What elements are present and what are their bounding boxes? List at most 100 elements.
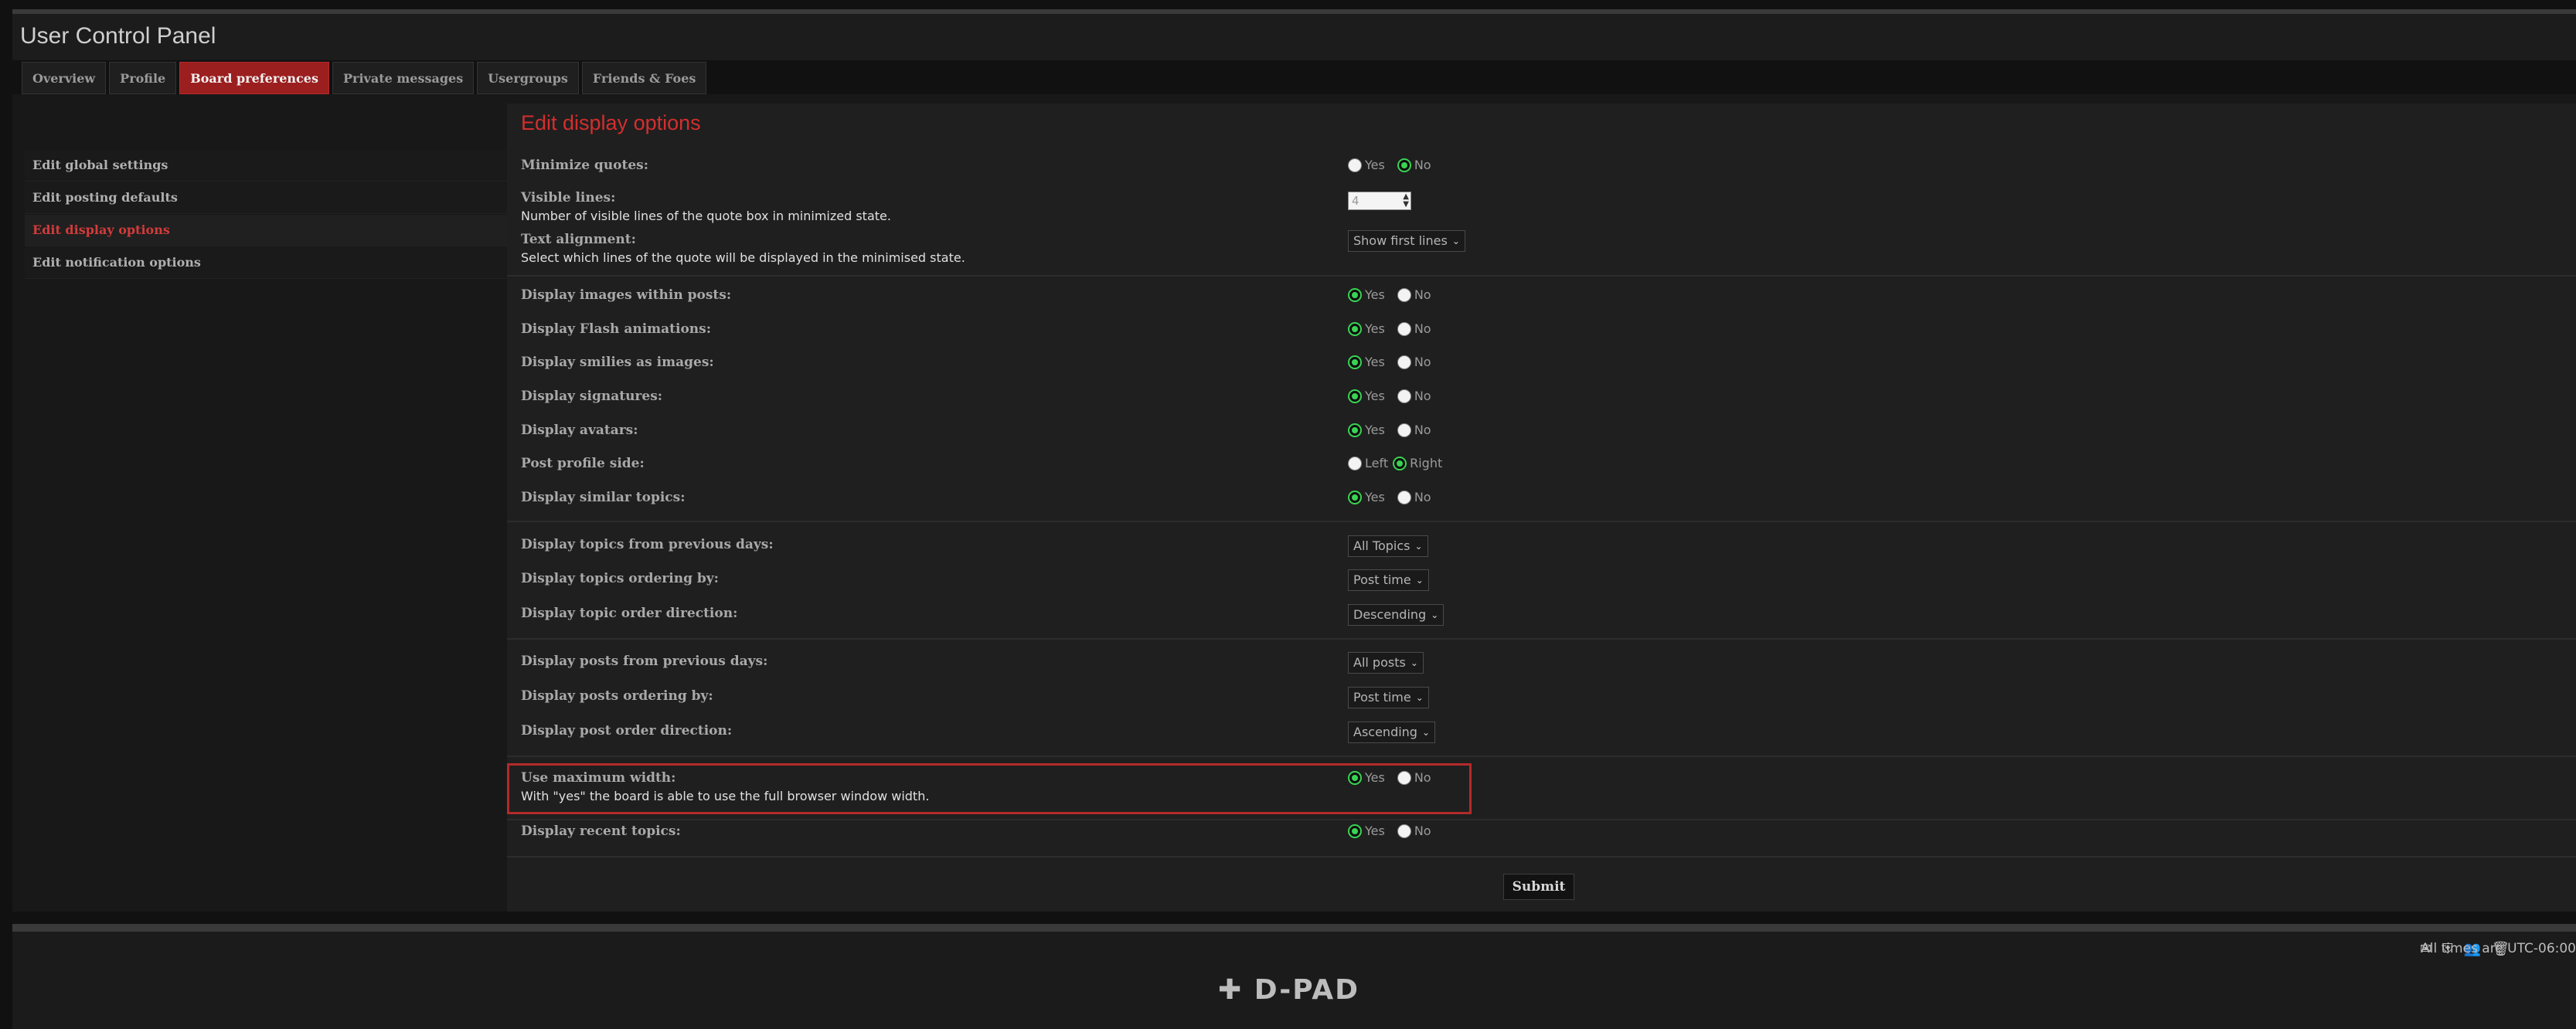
setting-text-alignment: Text alignment: Select which lines of th…	[521, 230, 2561, 265]
select-value: Descending	[1353, 607, 1427, 622]
minimize-quotes-no-radio[interactable]	[1397, 158, 1411, 172]
logo[interactable]: ✚ D-PAD	[1218, 974, 1359, 1006]
divider	[507, 275, 2576, 277]
option-label: No	[1414, 423, 1431, 437]
setting-post-profile-side: Post profile side: Left Right	[521, 456, 2561, 471]
select-value: Post time	[1353, 690, 1411, 705]
option-label: No	[1414, 355, 1431, 369]
dpad-logo-icon: ✚	[1218, 974, 1244, 1006]
setting-label: Display topics from previous days:	[521, 537, 774, 552]
spinner-icon[interactable]: ▲ ▼	[1403, 193, 1409, 209]
similar-topics-no-radio[interactable]	[1397, 490, 1411, 504]
setting-label: Display posts from previous days:	[521, 654, 768, 669]
setting-minimize-quotes: Minimize quotes: Yes No	[521, 158, 2561, 173]
display-images-yes-radio[interactable]	[1348, 287, 1362, 302]
recent-topics-no-radio[interactable]	[1397, 824, 1411, 838]
chevron-down-icon: ⌄	[1414, 541, 1423, 552]
option-label: No	[1414, 389, 1431, 403]
minimize-quotes-yes-radio[interactable]	[1348, 158, 1362, 172]
sidebar-item-display-options[interactable]: Edit display options	[25, 215, 519, 246]
divider	[507, 521, 2576, 522]
tab-bar: Overview Profile Board preferences Priva…	[22, 62, 707, 94]
max-width-no-radio[interactable]	[1397, 770, 1411, 785]
tab-private-messages[interactable]: Private messages	[332, 62, 475, 94]
visible-lines-input[interactable]: 4 ▲ ▼	[1348, 192, 1411, 210]
option-label: Yes	[1365, 423, 1385, 437]
select-value: Show first lines	[1353, 233, 1448, 248]
tab-overview[interactable]: Overview	[22, 62, 107, 94]
divider	[507, 819, 2576, 820]
setting-explain: Select which lines of the quote will be …	[521, 250, 965, 265]
sidebar-item-posting-defaults[interactable]: Edit posting defaults	[25, 182, 519, 214]
chevron-down-icon: ⌄	[1410, 657, 1418, 668]
logo-text: D-PAD	[1254, 974, 1360, 1006]
topic-direction-select[interactable]: Descending ⌄	[1348, 604, 1445, 626]
tab-board-preferences[interactable]: Board preferences	[179, 62, 329, 94]
header-bar: User Control Panel	[12, 9, 2576, 60]
setting-label: Display similar topics:	[521, 490, 686, 505]
display-flash-no-radio[interactable]	[1397, 321, 1411, 336]
profile-side-left-radio[interactable]	[1348, 456, 1362, 470]
chevron-down-icon: ⌄	[1415, 692, 1424, 703]
display-smilies-yes-radio[interactable]	[1348, 355, 1362, 369]
setting-posts-previous-days: Display posts from previous days: All po…	[521, 652, 2561, 674]
option-label: Yes	[1365, 287, 1385, 302]
display-avatars-yes-radio[interactable]	[1348, 423, 1362, 437]
setting-display-similar-topics: Display similar topics: Yes No	[521, 490, 2561, 505]
setting-label: Use maximum width:	[521, 770, 676, 786]
setting-topics-previous-days: Display topics from previous days: All T…	[521, 535, 2561, 557]
setting-display-signatures: Display signatures: Yes No	[521, 389, 2561, 404]
setting-topic-order-direction: Display topic order direction: Descendin…	[521, 604, 2561, 626]
setting-post-order-direction: Display post order direction: Ascending …	[521, 722, 2561, 743]
submit-button[interactable]: Submit	[1503, 874, 1574, 900]
footer-strip	[12, 924, 2576, 932]
sidebar-item-notification-options[interactable]: Edit notification options	[25, 247, 519, 279]
display-signatures-no-radio[interactable]	[1397, 389, 1411, 403]
option-label: Right	[1410, 456, 1443, 470]
setting-label: Display avatars:	[521, 423, 638, 438]
setting-display-smilies: Display smilies as images: Yes No	[521, 355, 2561, 370]
display-signatures-yes-radio[interactable]	[1348, 389, 1362, 403]
setting-recent-topics: Display recent topics: Yes No	[521, 824, 2561, 839]
setting-visible-lines: Visible lines: Number of visible lines o…	[521, 190, 2561, 223]
option-label: No	[1414, 770, 1431, 785]
section-title: Edit display options	[521, 111, 701, 134]
tab-profile[interactable]: Profile	[109, 62, 177, 94]
setting-label: Display post order direction:	[521, 723, 733, 739]
option-label: Yes	[1365, 490, 1385, 504]
setting-label: Minimize quotes:	[521, 158, 649, 173]
display-smilies-no-radio[interactable]	[1397, 355, 1411, 369]
display-images-no-radio[interactable]	[1397, 287, 1411, 302]
option-label: Yes	[1365, 158, 1385, 172]
max-width-yes-radio[interactable]	[1348, 770, 1362, 785]
setting-explain: With "yes" the board is able to use the …	[521, 789, 930, 803]
setting-label: Visible lines:	[521, 190, 616, 205]
page-title: User Control Panel	[20, 23, 216, 49]
posts-days-select[interactable]: All posts ⌄	[1348, 652, 1424, 674]
option-label: No	[1414, 287, 1431, 302]
setting-topics-ordering: Display topics ordering by: Post time ⌄	[521, 569, 2561, 591]
select-value: Ascending	[1353, 725, 1417, 739]
posts-ordering-select[interactable]: Post time ⌄	[1348, 687, 1429, 708]
display-flash-yes-radio[interactable]	[1348, 321, 1362, 336]
setting-maximum-width: Use maximum width: With "yes" the board …	[521, 770, 2561, 803]
sidebar-item-global-settings[interactable]: Edit global settings	[25, 150, 519, 182]
chevron-down-icon: ⌄	[1431, 610, 1439, 620]
tab-friends-foes[interactable]: Friends & Foes	[581, 62, 707, 94]
similar-topics-yes-radio[interactable]	[1348, 490, 1362, 504]
profile-side-right-radio[interactable]	[1393, 456, 1407, 470]
setting-posts-ordering: Display posts ordering by: Post time ⌄	[521, 687, 2561, 708]
option-label: Yes	[1365, 389, 1385, 403]
select-value: Post time	[1353, 572, 1411, 587]
option-label: No	[1414, 490, 1431, 504]
option-label: Yes	[1365, 355, 1385, 369]
topics-days-select[interactable]: All Topics ⌄	[1348, 535, 1428, 557]
text-alignment-select[interactable]: Show first lines ⌄	[1348, 230, 1465, 252]
topics-ordering-select[interactable]: Post time ⌄	[1348, 569, 1429, 591]
post-direction-select[interactable]: Ascending ⌄	[1348, 722, 1436, 743]
chevron-down-icon: ⌄	[1421, 727, 1431, 738]
option-label: Yes	[1365, 824, 1385, 838]
display-avatars-no-radio[interactable]	[1397, 423, 1411, 437]
recent-topics-yes-radio[interactable]	[1348, 824, 1362, 838]
tab-usergroups[interactable]: Usergroups	[477, 62, 579, 94]
